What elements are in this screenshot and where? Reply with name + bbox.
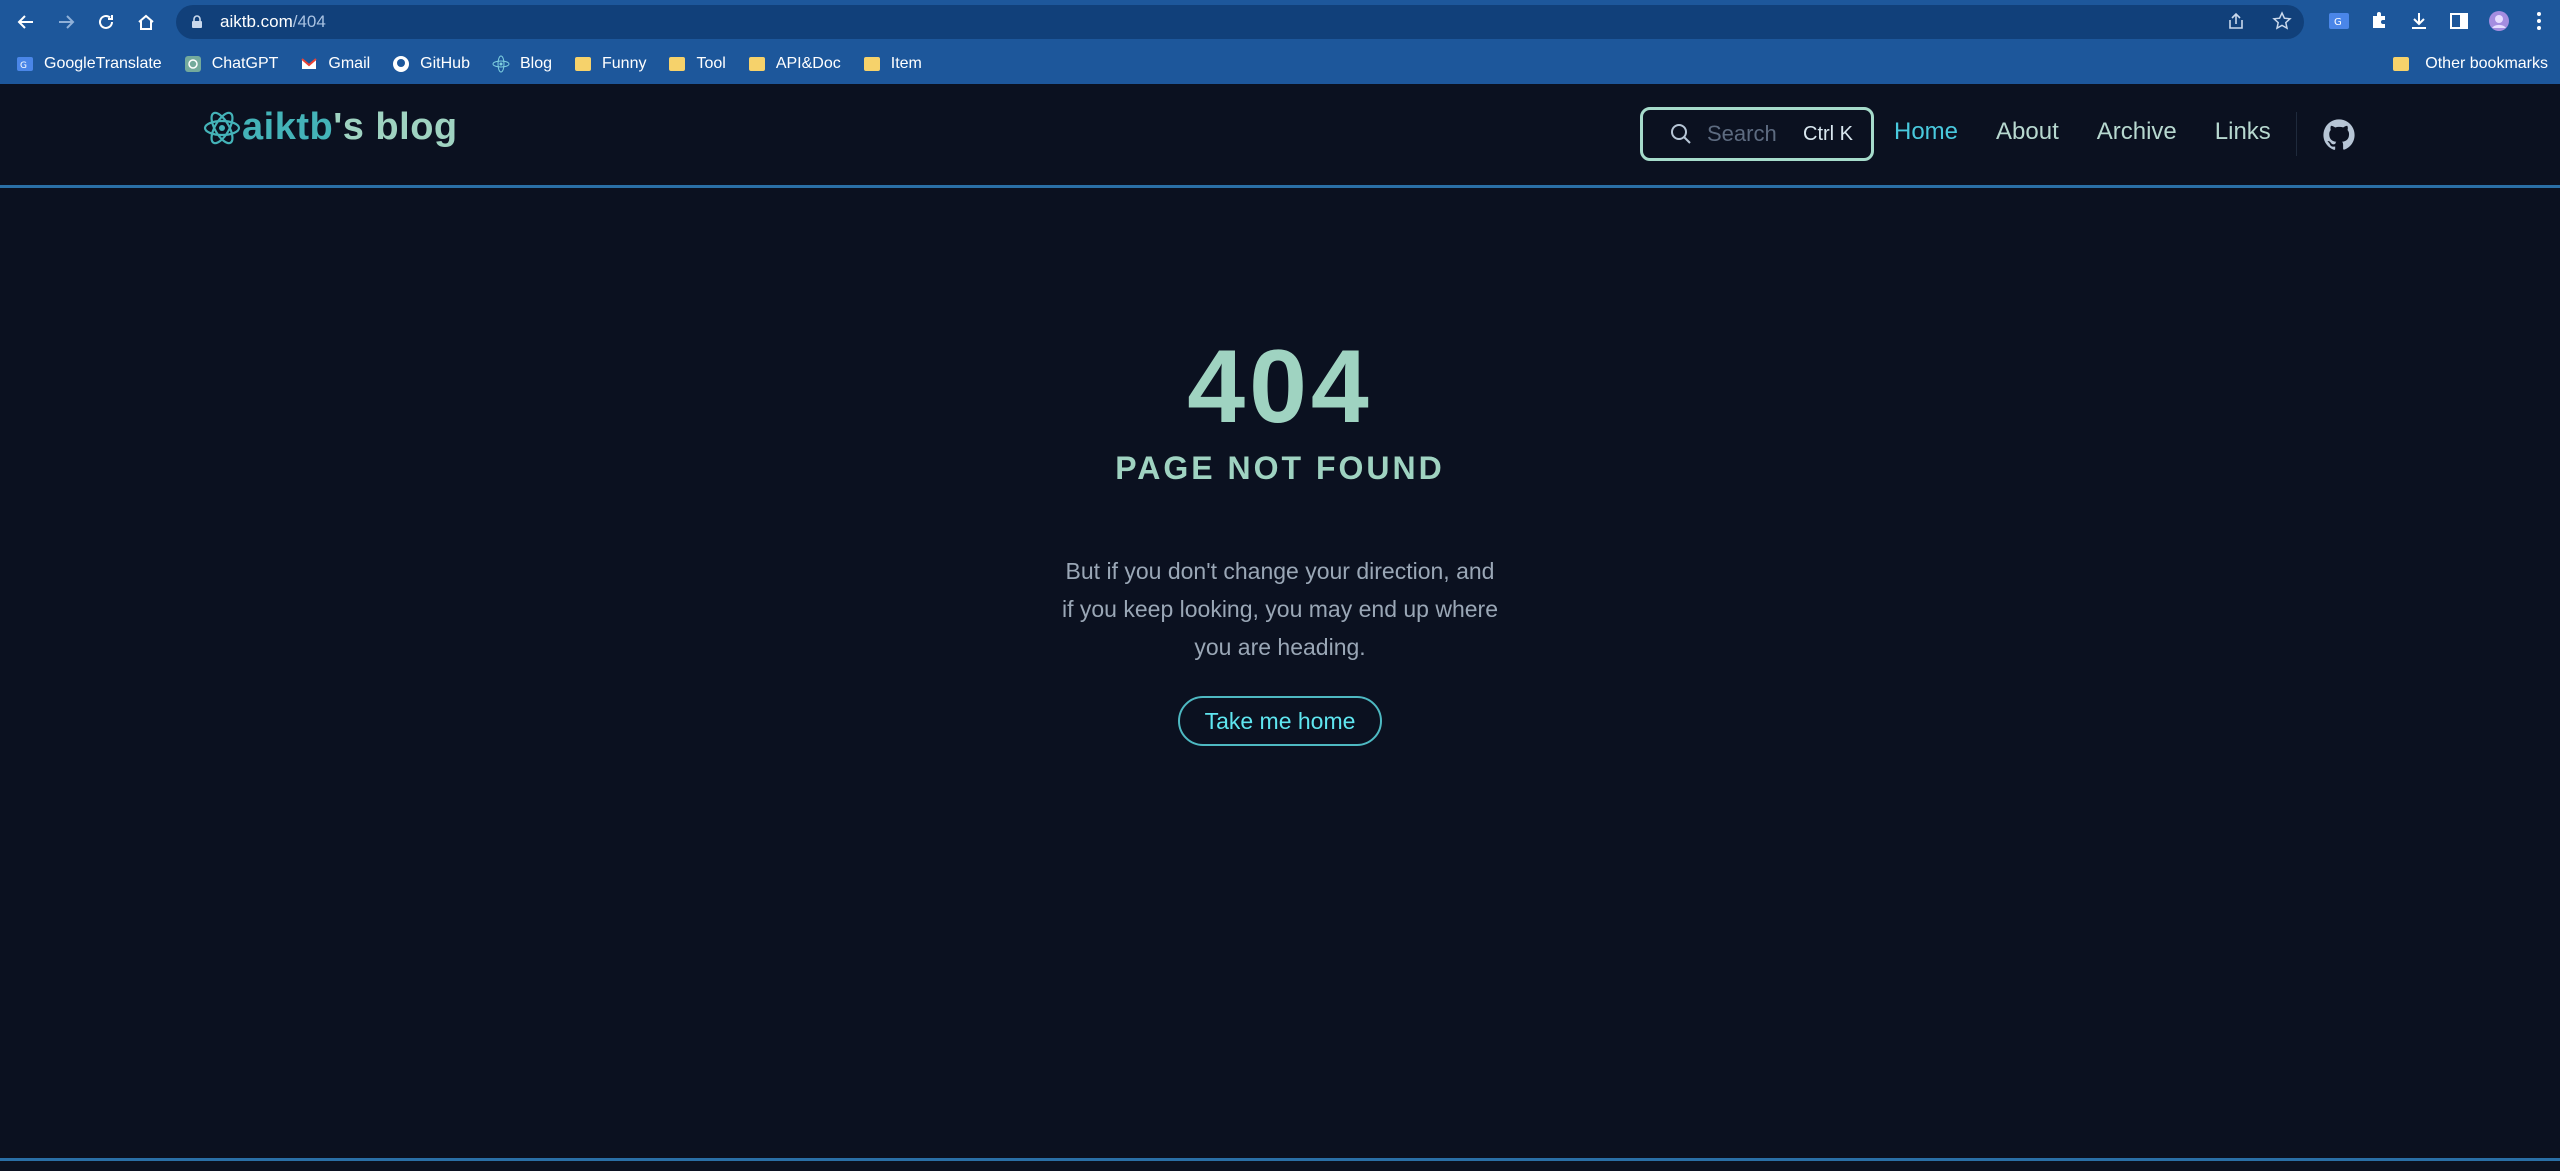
site-logo[interactable]: aiktb's blog: [202, 106, 458, 149]
reload-button[interactable]: [86, 2, 126, 42]
bookmark-item[interactable]: Item: [863, 55, 922, 73]
error-title: PAGE NOT FOUND: [1115, 450, 1445, 486]
error-message: But if you don't change your direction, …: [1062, 558, 1498, 660]
search-shortcut: Ctrl K: [1803, 122, 1853, 145]
star-icon[interactable]: [2272, 11, 2292, 31]
address-bar[interactable]: aiktb.com/404: [176, 5, 2304, 39]
brand-rest: 's blog: [333, 106, 458, 148]
bookmark-tool[interactable]: Tool: [668, 55, 726, 73]
extensions-puzzle-icon[interactable]: [2368, 10, 2390, 32]
side-panel-icon[interactable]: [2448, 10, 2470, 32]
gmail-icon: [300, 55, 318, 73]
google-translate-icon: G: [16, 55, 34, 73]
translate-extension-icon[interactable]: G: [2328, 10, 2350, 32]
folder-icon: [574, 55, 592, 73]
download-icon[interactable]: [2408, 10, 2430, 32]
main-content: 404 PAGE NOT FOUND But if you don't chan…: [0, 188, 2560, 1160]
search-placeholder: Search: [1707, 121, 1777, 146]
footer-border: [0, 1158, 2560, 1161]
browser-toolbar: aiktb.com/404 G: [0, 0, 2560, 44]
bookmark-funny[interactable]: Funny: [574, 55, 646, 73]
github-link[interactable]: [2322, 118, 2356, 152]
site-header: aiktb's blog Search Ctrl K Home About Ar…: [0, 84, 2560, 188]
folder-icon: [863, 55, 881, 73]
bookmark-apidoc[interactable]: API&Doc: [748, 55, 841, 73]
take-me-home-button[interactable]: Take me home: [1178, 696, 1382, 746]
forward-button[interactable]: [46, 2, 86, 42]
atom-icon: [492, 55, 510, 73]
bookmarks-bar: G GoogleTranslate ChatGPT Gmail GitHub B…: [0, 44, 2560, 84]
nav-archive[interactable]: Archive: [2097, 118, 2177, 146]
bookmark-chatgpt[interactable]: ChatGPT: [184, 55, 278, 73]
arrow-left-icon: [17, 15, 33, 29]
search-icon: [1671, 124, 1691, 144]
svg-text:G: G: [2334, 17, 2342, 28]
folder-icon: [668, 55, 686, 73]
nav-links[interactable]: Links: [2215, 118, 2271, 146]
github-icon: [2323, 119, 2355, 150]
github-icon: [392, 55, 410, 73]
folder-icon: [748, 55, 766, 73]
house-icon: [138, 14, 154, 30]
folder-icon: [2393, 55, 2411, 73]
bookmark-blog[interactable]: Blog: [492, 55, 552, 73]
search-button[interactable]: Search Ctrl K: [1640, 107, 1874, 161]
url-text: aiktb.com/404: [220, 12, 326, 31]
lock-icon: [192, 15, 202, 28]
chatgpt-icon: [184, 55, 202, 73]
back-button[interactable]: [6, 2, 46, 42]
bookmark-googletranslate[interactable]: G GoogleTranslate: [16, 55, 162, 73]
home-browser-button[interactable]: [126, 2, 166, 42]
bookmark-github[interactable]: GitHub: [392, 55, 470, 73]
bookmark-gmail[interactable]: Gmail: [300, 55, 370, 73]
nav-about[interactable]: About: [1996, 118, 2059, 146]
reload-icon: [99, 14, 113, 29]
menu-kebab-icon[interactable]: [2528, 10, 2550, 32]
main-nav: Home About Archive Links: [1894, 118, 2271, 146]
profile-avatar-icon[interactable]: [2488, 10, 2510, 32]
nav-divider: [2296, 112, 2297, 156]
atom-logo-icon: [203, 111, 241, 144]
arrow-right-icon: [59, 15, 75, 29]
nav-home[interactable]: Home: [1894, 118, 1958, 146]
error-code: 404: [1187, 329, 1373, 445]
other-bookmarks[interactable]: Other bookmarks: [2393, 44, 2548, 84]
svg-text:G: G: [20, 61, 27, 71]
share-icon[interactable]: [2226, 11, 2246, 31]
brand-accent: aiktb: [242, 106, 334, 148]
